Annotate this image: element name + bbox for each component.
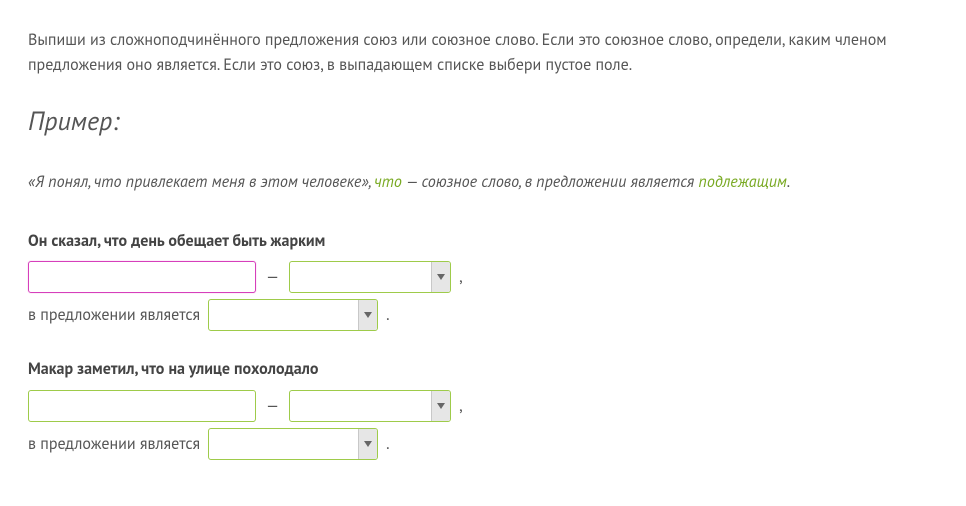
chevron-down-icon — [358, 429, 377, 459]
chevron-down-icon — [431, 262, 450, 292]
type-select-value — [290, 391, 431, 421]
type-select[interactable] — [289, 390, 451, 422]
conjunction-input[interactable] — [28, 390, 256, 422]
period: . — [386, 303, 389, 328]
example-word: что — [374, 172, 402, 192]
task-block: Макар заметил, что на улице похолодало —… — [28, 357, 938, 460]
example-end: . — [787, 172, 790, 192]
example-heading: Пример: — [28, 102, 938, 142]
task-row-2: в предложении является . — [28, 299, 938, 331]
comma: , — [459, 394, 463, 419]
role-select[interactable] — [208, 299, 378, 331]
comma: , — [459, 265, 463, 290]
period: . — [386, 432, 389, 457]
example-role: подлежащим — [699, 172, 787, 192]
chevron-down-icon — [431, 391, 450, 421]
role-prefix-label: в предложении является — [28, 432, 200, 457]
task-row-2: в предложении является . — [28, 428, 938, 460]
role-select[interactable] — [208, 428, 378, 460]
type-select-value — [290, 262, 431, 292]
dash-separator: — — [264, 265, 281, 290]
role-select-value — [209, 429, 358, 459]
chevron-down-icon — [358, 300, 377, 330]
type-select[interactable] — [289, 261, 451, 293]
example-quote: «Я понял, что привлекает меня в этом чел… — [28, 172, 374, 192]
task-sentence: Он сказал, что день обещает быть жарким — [28, 229, 938, 254]
role-prefix-label: в предложении является — [28, 303, 200, 328]
task-row-1: — , — [28, 261, 938, 293]
task-block: Он сказал, что день обещает быть жарким … — [28, 229, 938, 332]
task-row-1: — , — [28, 390, 938, 422]
example-mid: — союзное слово, в предложении является — [402, 172, 699, 192]
role-select-value — [209, 300, 358, 330]
instructions-text: Выпиши из сложноподчинённого предложения… — [28, 28, 938, 78]
dash-separator: — — [264, 394, 281, 419]
conjunction-input[interactable] — [28, 261, 256, 293]
example-body: «Я понял, что привлекает меня в этом чел… — [28, 170, 938, 195]
task-sentence: Макар заметил, что на улице похолодало — [28, 357, 938, 382]
